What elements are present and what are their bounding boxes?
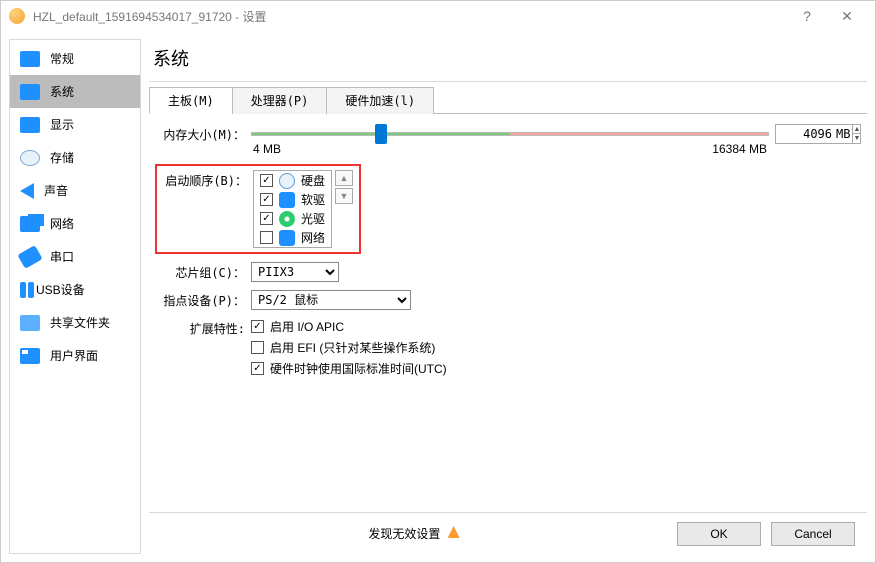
disk-icon (20, 150, 40, 166)
chip-icon (20, 84, 40, 100)
app-icon (9, 8, 25, 24)
hdd-icon (279, 173, 295, 189)
tab-acceleration[interactable]: 硬件加速(l) (326, 87, 434, 114)
close-button[interactable]: ✕ (827, 8, 867, 25)
memory-input[interactable] (776, 125, 836, 143)
status-text: 发现无效设置 (368, 527, 440, 541)
ioapic-option[interactable]: ✓启用 I/O APIC (251, 318, 447, 335)
memory-min: 4 MB (253, 142, 281, 156)
sidebar: 常规 系统 显示 存储 声音 网络 串口 USB设备 共享文件夹 用户界面 (9, 39, 141, 554)
checkbox[interactable]: ✓ (260, 174, 273, 187)
netboot-icon (279, 230, 295, 246)
spin-down-icon[interactable]: ▼ (853, 134, 860, 143)
checkbox[interactable]: ✓ (260, 193, 273, 206)
sidebar-item-shared[interactable]: 共享文件夹 (10, 306, 140, 339)
sidebar-item-network[interactable]: 网络 (10, 207, 140, 240)
boot-item-optical[interactable]: ✓光驱 (254, 209, 331, 228)
speaker-icon (20, 183, 34, 199)
memory-spinner[interactable]: MB ▲▼ (775, 124, 861, 144)
boot-item-network[interactable]: 网络 (254, 228, 331, 247)
ok-button[interactable]: OK (677, 522, 761, 546)
memory-label: 内存大小(M)： (155, 124, 251, 143)
boot-order-list[interactable]: ✓硬盘 ✓软驱 ✓光驱 网络 (253, 170, 332, 248)
tab-bar: 主板(M) 处理器(P) 硬件加速(l) (149, 86, 867, 114)
extended-label: 扩展特性: (155, 318, 251, 337)
cancel-button[interactable]: Cancel (771, 522, 855, 546)
ui-icon (20, 348, 40, 364)
checkbox[interactable] (251, 341, 264, 354)
plug-icon (17, 245, 42, 269)
move-down-button[interactable]: ▼ (335, 188, 353, 204)
checkbox[interactable]: ✓ (251, 320, 264, 333)
titlebar: HZL_default_1591694534017_91720 - 设置 ? ✕ (1, 1, 875, 31)
pointing-select[interactable]: PS/2 鼠标 (251, 290, 411, 310)
tab-processor[interactable]: 处理器(P) (232, 87, 328, 114)
boot-order-highlight: 启动顺序(B)： ✓硬盘 ✓软驱 ✓光驱 网络 ▲ ▼ (155, 164, 361, 254)
network-icon (20, 216, 40, 232)
sidebar-item-display[interactable]: 显示 (10, 108, 140, 141)
spin-up-icon[interactable]: ▲ (853, 125, 860, 134)
floppy-icon (279, 192, 295, 208)
sidebar-item-ui[interactable]: 用户界面 (10, 339, 140, 372)
monitor-icon (20, 51, 40, 67)
help-button[interactable]: ? (787, 8, 827, 24)
folder-icon (20, 315, 40, 331)
display-icon (20, 117, 40, 133)
sidebar-item-serial[interactable]: 串口 (10, 240, 140, 273)
usb-icon (20, 282, 26, 298)
optical-icon (279, 211, 295, 227)
efi-option[interactable]: 启用 EFI (只针对某些操作系统) (251, 339, 447, 356)
boot-item-hdd[interactable]: ✓硬盘 (254, 171, 331, 190)
utc-option[interactable]: ✓硬件时钟使用国际标准时间(UTC) (251, 360, 447, 377)
boot-label: 启动顺序(B)： (163, 170, 253, 189)
status-bar: 发现无效设置 (161, 525, 667, 542)
move-up-button[interactable]: ▲ (335, 170, 353, 186)
chipset-label: 芯片组(C)： (155, 262, 251, 281)
warning-icon[interactable] (448, 526, 460, 538)
tab-motherboard[interactable]: 主板(M) (149, 87, 233, 114)
checkbox[interactable] (260, 231, 273, 244)
sidebar-item-storage[interactable]: 存储 (10, 141, 140, 174)
chipset-select[interactable]: PIIX3 (251, 262, 339, 282)
window-title: HZL_default_1591694534017_91720 - 设置 (33, 8, 267, 25)
sidebar-item-audio[interactable]: 声音 (10, 174, 140, 207)
page-title: 系统 (149, 39, 867, 82)
sidebar-item-usb[interactable]: USB设备 (10, 273, 140, 306)
checkbox[interactable]: ✓ (260, 212, 273, 225)
memory-slider[interactable]: 4 MB 16384 MB (251, 124, 769, 156)
sidebar-item-general[interactable]: 常规 (10, 42, 140, 75)
checkbox[interactable]: ✓ (251, 362, 264, 375)
memory-unit: MB (836, 127, 852, 141)
slider-thumb-icon[interactable] (375, 124, 387, 144)
memory-max: 16384 MB (712, 142, 767, 156)
boot-item-floppy[interactable]: ✓软驱 (254, 190, 331, 209)
pointing-label: 指点设备(P)： (155, 290, 251, 309)
sidebar-item-system[interactable]: 系统 (10, 75, 140, 108)
